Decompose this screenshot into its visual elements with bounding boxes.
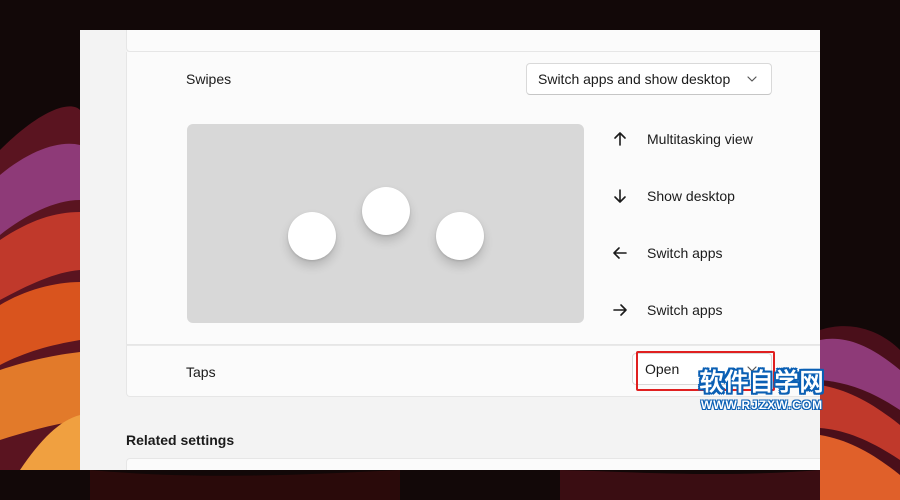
arrow-down-icon	[614, 189, 626, 203]
arrow-up-icon	[614, 132, 626, 146]
gesture-label: Multitasking view	[647, 131, 753, 147]
swipes-dropdown[interactable]: Switch apps and show desktop	[526, 63, 772, 95]
gesture-item-left: Switch apps	[611, 241, 722, 265]
gesture-preview	[187, 124, 584, 323]
finger-circle	[288, 212, 336, 260]
related-settings-card[interactable]	[126, 458, 820, 470]
watermark-main-text: 软件自学网	[699, 369, 825, 396]
swipes-card: Swipes Switch apps and show desktop Mult…	[126, 52, 820, 345]
chevron-down-icon	[747, 76, 757, 82]
arrow-left-icon	[613, 247, 627, 259]
gesture-label: Switch apps	[647, 302, 723, 318]
arrow-right-icon	[613, 304, 627, 316]
finger-circle	[362, 187, 410, 235]
gesture-label: Show desktop	[647, 188, 735, 204]
swipes-label: Swipes	[186, 71, 232, 87]
taps-label: Taps	[186, 364, 216, 380]
watermark-url-text: WWW.RJZXW.COM	[700, 398, 824, 412]
gesture-item-right: Switch apps	[611, 298, 722, 322]
gesture-item-down: Show desktop	[611, 184, 735, 208]
gesture-label: Switch apps	[647, 245, 723, 261]
related-settings-heading: Related settings	[126, 432, 235, 448]
finger-circle	[436, 212, 484, 260]
gesture-item-up: Multitasking view	[611, 127, 753, 151]
swipes-dropdown-value: Switch apps and show desktop	[538, 71, 731, 87]
previous-setting-card	[126, 30, 820, 52]
site-watermark: 软件自学网 WWW.RJZXW.COM	[686, 368, 838, 412]
